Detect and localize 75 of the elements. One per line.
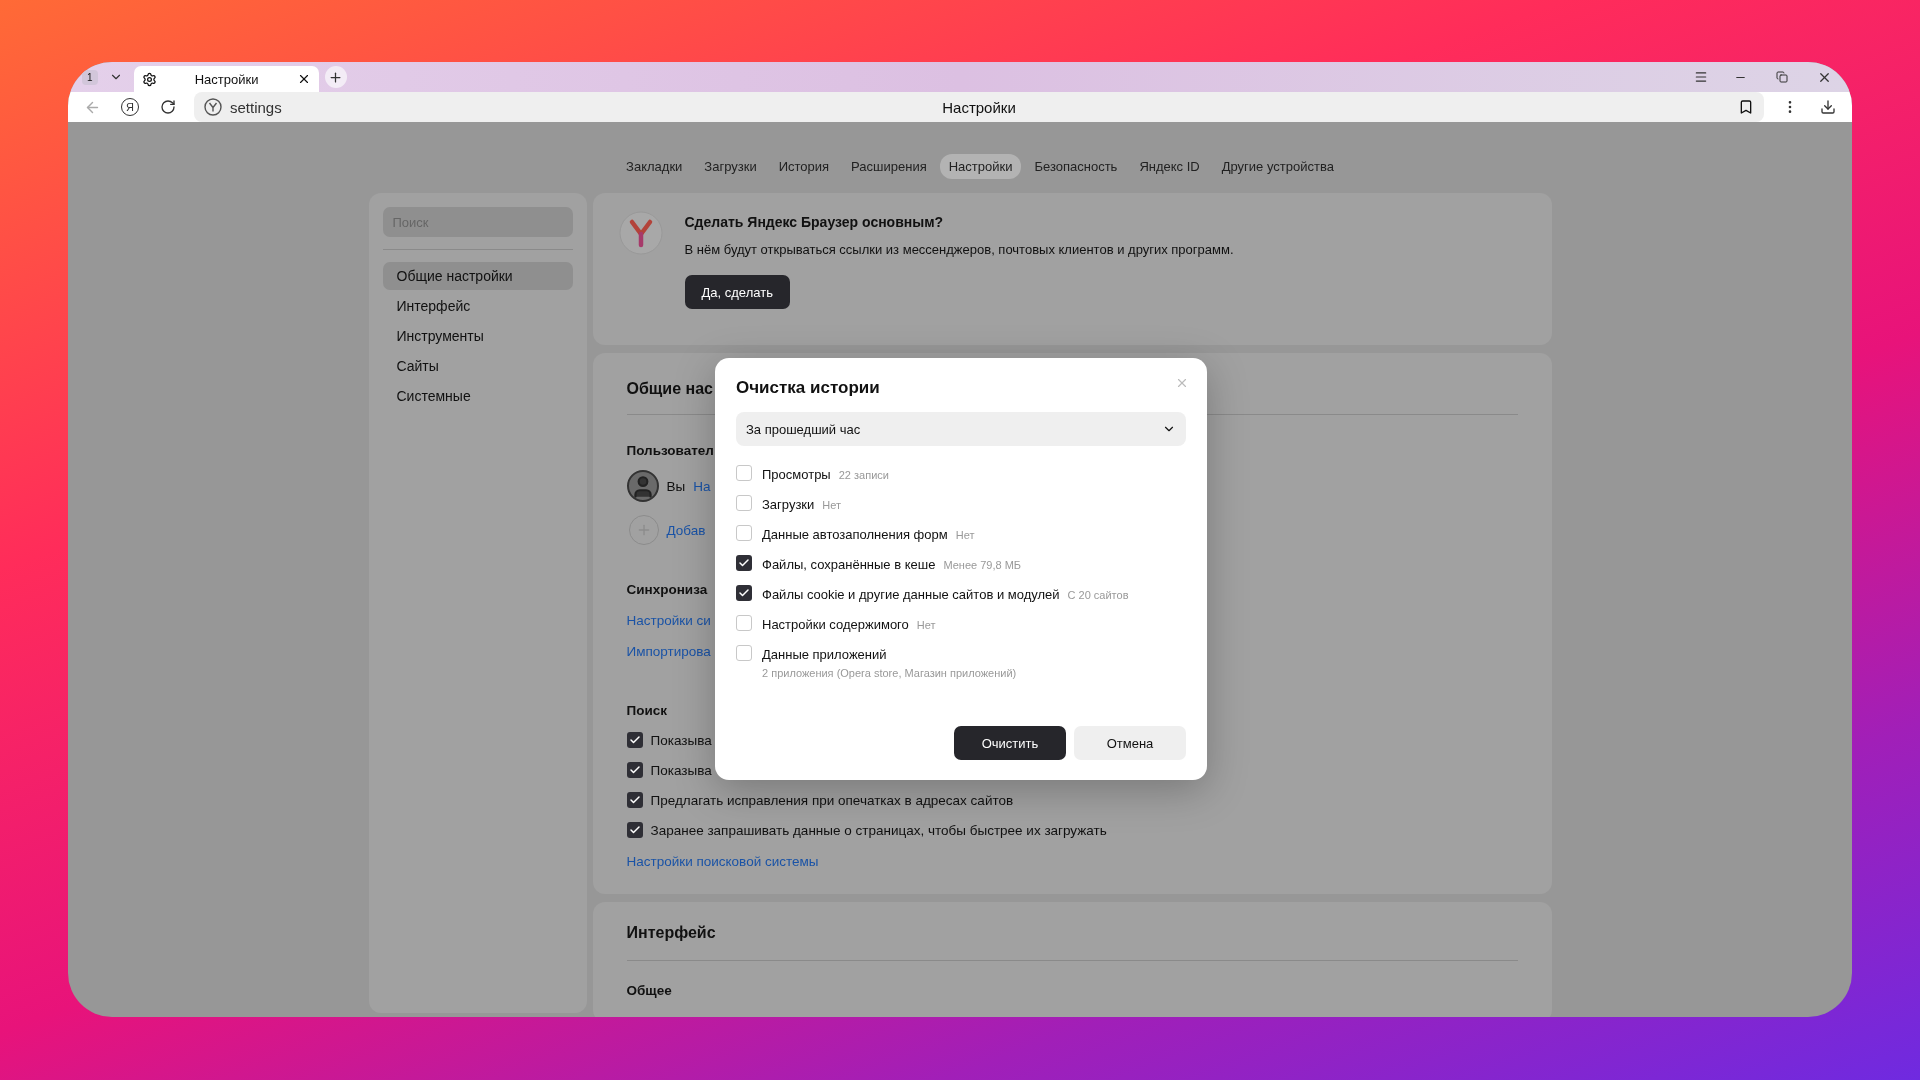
option-detail: 22 записи bbox=[838, 469, 889, 481]
option-label: Заранее запрашивать данные о страницах, чтобы быстрее их загружать bbox=[650, 822, 1107, 838]
new-tab-button[interactable] bbox=[324, 66, 347, 88]
period-dropdown[interactable]: За прошедший час bbox=[736, 412, 1186, 446]
checkbox[interactable] bbox=[736, 555, 752, 571]
option-label: Показыва bbox=[650, 762, 712, 778]
subsection-heading: Поиск bbox=[626, 703, 667, 718]
nav-tab[interactable]: Яндекс ID bbox=[1130, 154, 1209, 179]
settings-icon bbox=[141, 71, 157, 87]
user-name: Вы bbox=[666, 478, 686, 494]
logo-icon bbox=[618, 211, 663, 255]
bookmark-icon[interactable] bbox=[1738, 99, 1754, 115]
checkbox[interactable] bbox=[626, 732, 643, 748]
check-icon bbox=[738, 557, 750, 569]
option-label: Данные автозаполнения форм bbox=[762, 527, 948, 542]
section-heading: Интерфейс bbox=[626, 924, 716, 942]
sidebar-item[interactable]: Общие настройки bbox=[382, 262, 573, 290]
option-label: Показыва bbox=[650, 732, 712, 748]
banner-text: В нём будут открываться ссылки из мессенджеров, почтовых клиентов и других программ. bbox=[684, 242, 1234, 257]
check-icon bbox=[628, 764, 641, 776]
browser-tab[interactable]: Настройки bbox=[133, 66, 319, 92]
dialog-title: Очистка истории bbox=[736, 378, 880, 398]
nav-tab[interactable]: Закладки bbox=[617, 154, 692, 179]
section-heading: Общие нас bbox=[626, 380, 713, 398]
check-icon bbox=[738, 587, 750, 599]
checkbox[interactable] bbox=[736, 645, 752, 661]
option-detail: Нет bbox=[822, 499, 842, 511]
nav-tab[interactable]: Безопасность bbox=[1025, 154, 1127, 179]
option-label: Файлы cookie и другие данные сайтов и модулей bbox=[762, 587, 1060, 602]
checkbox[interactable] bbox=[736, 615, 752, 631]
check-icon bbox=[628, 734, 641, 746]
nav-tab[interactable]: Расширения bbox=[842, 154, 936, 179]
checkbox[interactable] bbox=[736, 465, 752, 481]
sidebar-item[interactable]: Инструменты bbox=[382, 322, 573, 350]
checkbox[interactable] bbox=[626, 822, 643, 838]
plus-icon bbox=[328, 69, 344, 85]
check-icon bbox=[628, 824, 641, 836]
subsection-heading: Синхрониза bbox=[626, 582, 708, 597]
option-detail: С 20 сайтов bbox=[1067, 589, 1129, 601]
checkbox[interactable] bbox=[736, 495, 752, 511]
avatar-icon bbox=[626, 470, 659, 502]
checkbox[interactable] bbox=[626, 792, 643, 808]
checkbox[interactable] bbox=[736, 585, 752, 601]
check-icon bbox=[628, 794, 641, 806]
nav-tab[interactable]: Другие устройства bbox=[1212, 154, 1343, 179]
sidebar-item[interactable]: Системные bbox=[382, 382, 573, 410]
sidebar-item[interactable]: Интерфейс bbox=[382, 292, 573, 320]
option-detail: Нет bbox=[916, 619, 936, 631]
cancel-button[interactable]: Отмена bbox=[1074, 726, 1186, 760]
clear-button[interactable]: Очистить bbox=[954, 726, 1066, 760]
option-detail: Нет bbox=[955, 529, 975, 541]
nav-tab[interactable]: Загрузки bbox=[695, 154, 766, 179]
option-label: Просмотры bbox=[762, 467, 831, 482]
option-detail: Менее 79,8 МБ bbox=[943, 559, 1022, 571]
tab-title: Настройки bbox=[193, 71, 260, 87]
logo-icon bbox=[204, 98, 222, 116]
option-label: Предлагать исправления при опечатках в адресах сайтов bbox=[650, 792, 1014, 808]
checkbox[interactable] bbox=[626, 762, 643, 778]
banner-title: Сделать Яндекс Браузер основным? bbox=[684, 214, 945, 230]
option-label: Загрузки bbox=[762, 497, 815, 512]
tab-counter[interactable]: 1 bbox=[82, 69, 98, 85]
option-label: Данные приложений bbox=[762, 647, 887, 662]
address-bar[interactable]: settings Настройки bbox=[194, 92, 1764, 122]
checkbox[interactable] bbox=[736, 525, 752, 541]
make-default-button[interactable]: Да, сделать bbox=[684, 275, 790, 309]
option-detail: 2 приложения (Opera store, Магазин приложений) bbox=[762, 667, 1017, 679]
option-label: Файлы, сохранённые в кеше bbox=[762, 557, 936, 572]
subsection-heading: Общее bbox=[626, 983, 672, 998]
page-title: Настройки bbox=[942, 98, 1016, 116]
address-text: settings bbox=[230, 98, 282, 116]
option-label: Настройки содержимого bbox=[762, 617, 909, 632]
sidebar-item[interactable]: Сайты bbox=[382, 352, 573, 380]
nav-tab[interactable]: Настройки bbox=[939, 154, 1022, 179]
subsection-heading: Пользовател bbox=[626, 443, 714, 458]
nav-tab[interactable]: История bbox=[769, 154, 839, 179]
